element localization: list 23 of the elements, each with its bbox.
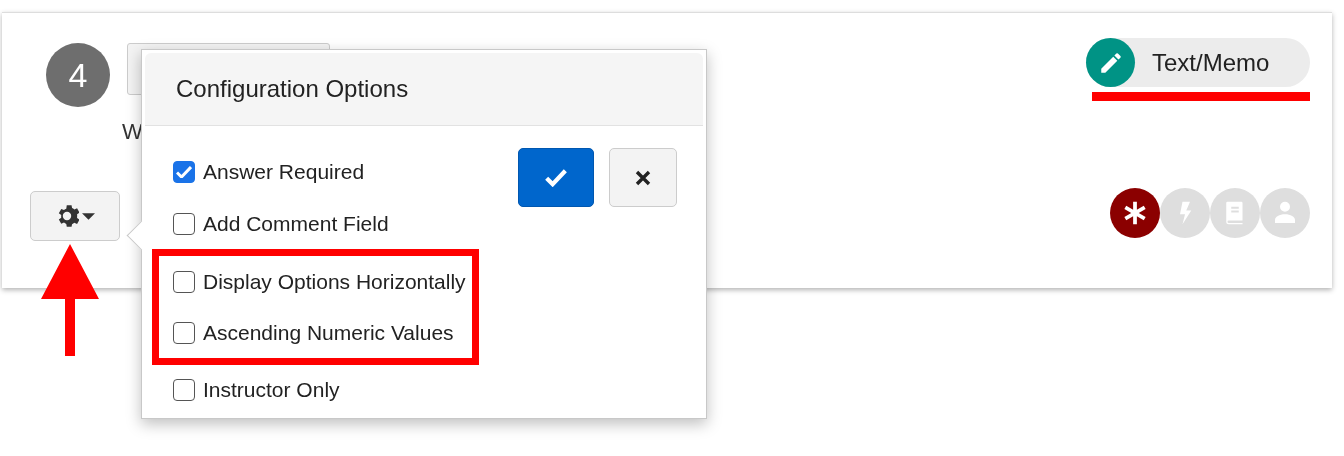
asterisk-icon[interactable] [1110,188,1160,238]
confirm-button[interactable] [518,148,594,207]
checkbox[interactable] [173,213,195,235]
settings-dropdown-button[interactable] [30,191,120,241]
cancel-button[interactable] [609,148,677,207]
checkbox[interactable] [173,379,195,401]
checkbox[interactable] [173,321,195,344]
option-label: Display Options Horizontally [203,269,466,294]
close-icon [635,169,651,186]
checkmark-icon [544,168,568,187]
question-type-badge[interactable]: Text/Memo [1086,38,1310,87]
question-number: 4 [46,43,110,107]
checkbox[interactable] [173,270,195,293]
pencil-icon [1086,38,1135,87]
checkbox[interactable] [173,161,195,183]
option-label: Add Comment Field [203,212,389,236]
option-label: Ascending Numeric Values [203,320,454,345]
popover-title: Configuration Options [176,75,409,103]
checkmark-icon [176,166,192,178]
question-text: W [122,119,143,145]
caret-icon [82,212,95,220]
option-label: Instructor Only [203,378,340,402]
option-label: Answer Required [203,160,365,184]
